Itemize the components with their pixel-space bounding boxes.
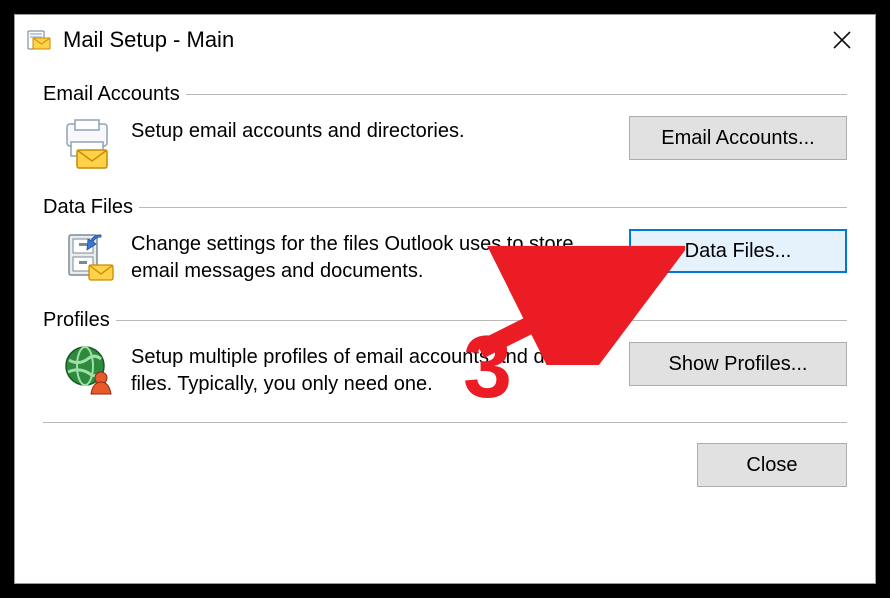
close-button[interactable]: Close bbox=[697, 443, 847, 487]
titlebar: Mail Setup - Main bbox=[15, 15, 875, 65]
window-close-button[interactable] bbox=[819, 19, 865, 61]
desc-email-accounts: Setup email accounts and directories. bbox=[131, 116, 615, 145]
row-data-files: Change settings for the files Outlook us… bbox=[43, 219, 847, 291]
file-cabinet-icon bbox=[61, 229, 117, 285]
globe-person-icon bbox=[61, 342, 117, 398]
close-icon bbox=[832, 30, 852, 50]
dialog-actions: Close bbox=[43, 429, 847, 487]
email-accounts-button[interactable]: Email Accounts... bbox=[629, 116, 847, 160]
group-header-profiles: Profiles bbox=[43, 309, 847, 332]
desc-data-files: Change settings for the files Outlook us… bbox=[131, 229, 615, 285]
data-files-button[interactable]: Data Files... bbox=[629, 229, 847, 273]
group-label-profiles: Profiles bbox=[43, 309, 116, 332]
separator bbox=[43, 422, 847, 423]
separator bbox=[139, 207, 847, 208]
printer-envelope-icon bbox=[61, 116, 117, 172]
annotation-number: 3 bbox=[463, 323, 512, 411]
separator bbox=[186, 94, 847, 95]
mail-setup-dialog: Mail Setup - Main Email Accounts bbox=[14, 14, 876, 584]
dialog-body: Email Accounts Setup email accounts and … bbox=[15, 65, 875, 583]
dialog-title: Mail Setup - Main bbox=[63, 27, 819, 53]
row-email-accounts: Setup email accounts and directories. Em… bbox=[43, 106, 847, 178]
group-header-email: Email Accounts bbox=[43, 83, 847, 106]
group-header-data: Data Files bbox=[43, 196, 847, 219]
show-profiles-button[interactable]: Show Profiles... bbox=[629, 342, 847, 386]
group-label-data: Data Files bbox=[43, 196, 139, 219]
mail-app-icon bbox=[27, 28, 51, 52]
group-label-email: Email Accounts bbox=[43, 83, 186, 106]
desc-profiles: Setup multiple profiles of email account… bbox=[131, 342, 615, 398]
row-profiles: Setup multiple profiles of email account… bbox=[43, 332, 847, 404]
